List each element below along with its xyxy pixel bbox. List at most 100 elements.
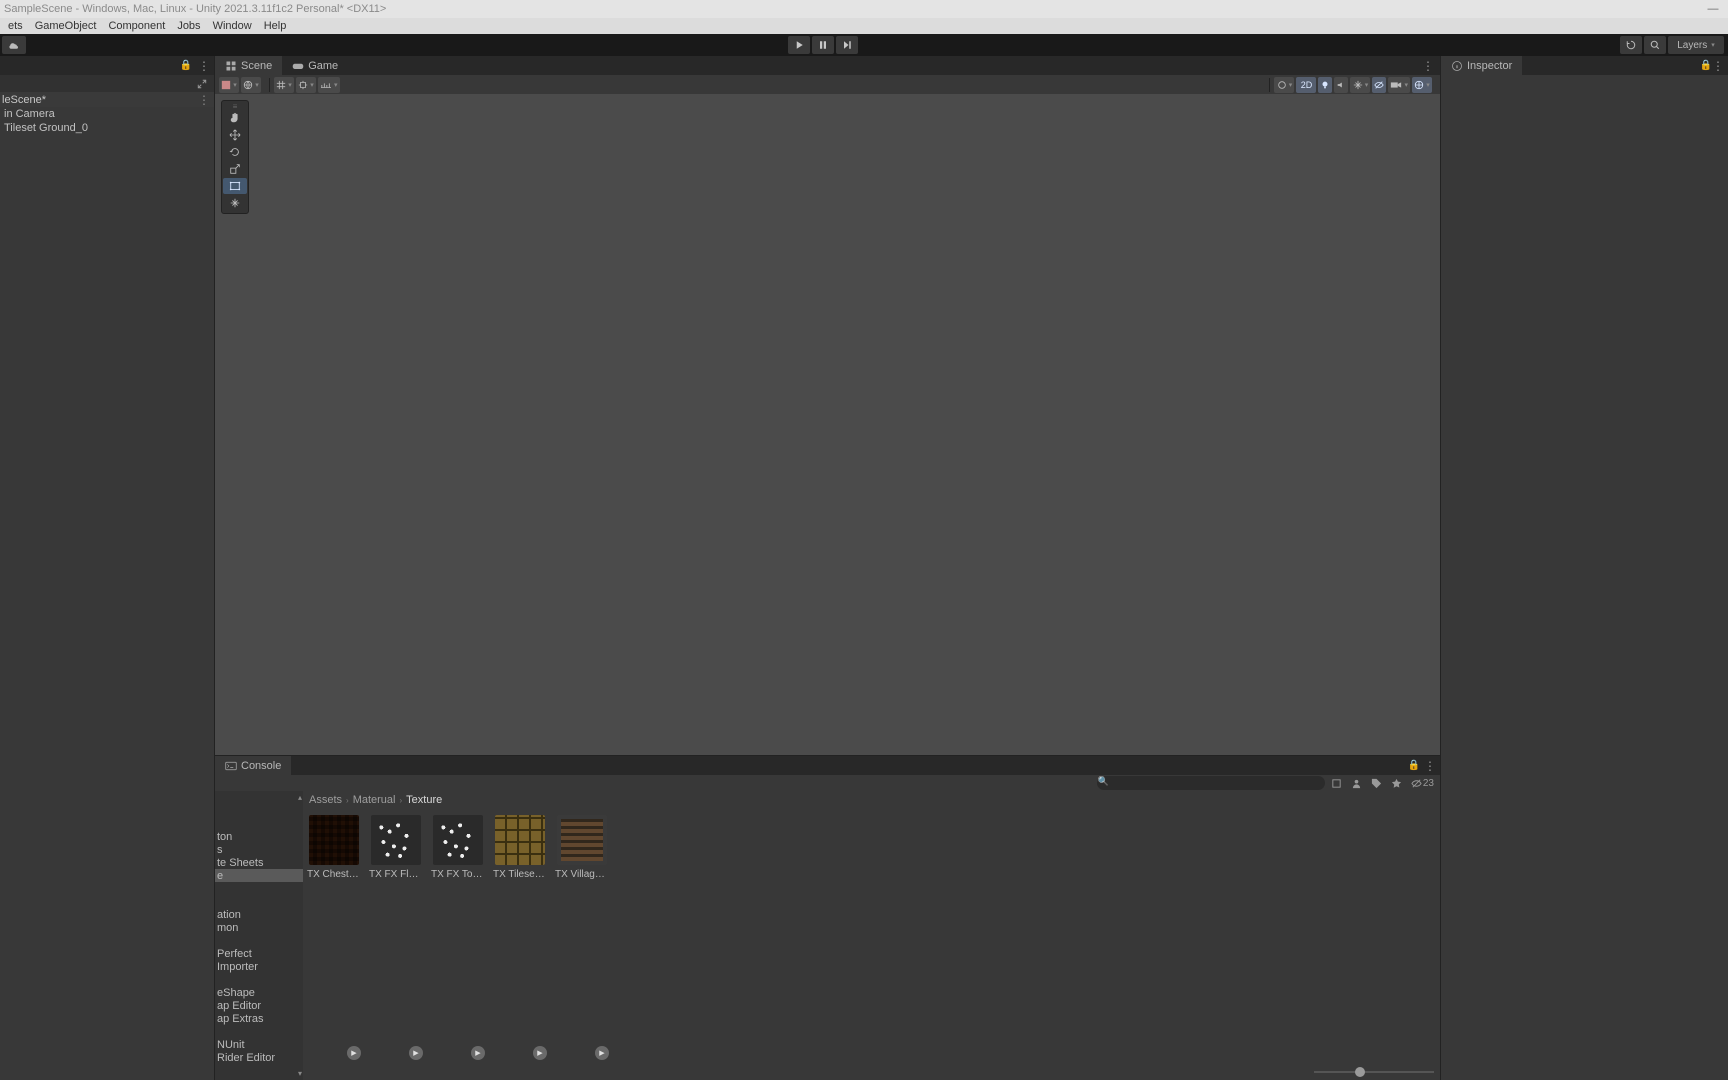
folder-item[interactable] (215, 817, 303, 830)
menu-window[interactable]: Window (207, 20, 258, 32)
folder-item[interactable]: eShape (215, 986, 303, 999)
tab-game[interactable]: Game (282, 56, 348, 75)
grid-toggle-dropdown[interactable] (274, 77, 294, 93)
scroll-up-icon[interactable]: ▴ (298, 793, 302, 802)
snap-dropdown[interactable] (296, 77, 316, 93)
project-folders[interactable]: ▴ tonste Sheetse ationmon PerfectImporter e… (215, 791, 303, 1080)
folder-item[interactable]: Importer (215, 960, 303, 973)
folder-item[interactable]: e (215, 869, 303, 882)
window-minimize-button[interactable]: — (1698, 3, 1728, 15)
breadcrumb[interactable]: Assets›Materual›Texture (303, 791, 1440, 809)
asset-item[interactable]: ▶TX FX Torc… (433, 815, 483, 1058)
hand-tool[interactable] (223, 110, 247, 126)
scroll-down-icon[interactable]: ▾ (298, 1069, 302, 1078)
folder-item[interactable]: Perfect (215, 947, 303, 960)
pause-button[interactable] (812, 36, 834, 54)
folder-item[interactable]: mon (215, 921, 303, 934)
effects-dropdown[interactable] (1350, 77, 1370, 93)
step-button[interactable] (836, 36, 858, 54)
project-search-input[interactable] (1097, 776, 1325, 790)
asset-item[interactable]: ▶TX Village … (557, 815, 607, 1058)
scene-viewport[interactable] (215, 94, 1440, 755)
asset-item[interactable]: ▶TX Chest … (309, 815, 359, 1058)
save-search-button[interactable] (1369, 776, 1385, 790)
scene-tabs-menu-icon[interactable]: ⋮ (1422, 59, 1440, 73)
tab-scene[interactable]: Scene (215, 56, 282, 75)
zoom-slider[interactable] (303, 1064, 1440, 1080)
camera-2-dropdown[interactable] (1388, 77, 1410, 93)
lock-icon[interactable]: 🔒 (1700, 60, 1712, 71)
lighting-toggle[interactable] (1318, 77, 1332, 93)
panel-menu-icon[interactable]: ⋮ (1424, 759, 1436, 773)
transform-tool[interactable] (223, 195, 247, 211)
rotate-icon (229, 146, 241, 158)
undo-history-button[interactable] (1620, 36, 1642, 54)
rect-tool[interactable] (223, 178, 247, 194)
lock-icon[interactable]: 🔒 (180, 60, 192, 71)
menu-jobs[interactable]: Jobs (171, 20, 206, 32)
gizmos-dropdown[interactable] (1412, 77, 1432, 93)
pivot-dropdown[interactable] (241, 77, 261, 93)
panel-menu-icon[interactable]: ⋮ (198, 59, 210, 73)
play-button[interactable] (788, 36, 810, 54)
menu-gameobject[interactable]: GameObject (29, 20, 103, 32)
scale-tool[interactable] (223, 161, 247, 177)
folder-item[interactable]: te Sheets (215, 856, 303, 869)
rotate-tool[interactable] (223, 144, 247, 160)
audio-toggle[interactable] (1334, 77, 1348, 93)
2d-toggle[interactable]: 2D (1296, 77, 1316, 93)
layers-dropdown[interactable]: Layers ▾ (1668, 36, 1724, 54)
folder-item[interactable] (215, 934, 303, 947)
menu-ets[interactable]: ets (2, 20, 29, 32)
hierarchy-item[interactable]: Tileset Ground_0 (0, 121, 214, 135)
expand-icon[interactable]: ▶ (533, 1046, 547, 1060)
folder-item[interactable] (215, 973, 303, 986)
tab-inspector[interactable]: Inspector (1441, 56, 1522, 75)
zoom-knob[interactable] (1355, 1067, 1365, 1077)
tab-console[interactable]: Console (215, 756, 291, 775)
increment-snap-dropdown[interactable] (318, 77, 340, 93)
scene-menu-icon[interactable]: ⋮ (198, 93, 214, 107)
palette-grip[interactable] (225, 103, 245, 109)
tool-palette[interactable] (221, 100, 249, 214)
expand-icon[interactable]: ▶ (471, 1046, 485, 1060)
folder-item[interactable]: ation (215, 908, 303, 921)
camera-dropdown[interactable] (1274, 77, 1294, 93)
hierarchy-list[interactable]: leScene* ⋮ in CameraTileset Ground_0 (0, 92, 214, 1080)
folder-item[interactable]: ton (215, 830, 303, 843)
move-tool[interactable] (223, 127, 247, 143)
folder-item[interactable]: s (215, 843, 303, 856)
filter-icon (1331, 778, 1342, 789)
folder-item[interactable]: ap Editor (215, 999, 303, 1012)
visibility-toggle[interactable] (1372, 77, 1386, 93)
expand-icon[interactable]: ▶ (409, 1046, 423, 1060)
menu-component[interactable]: Component (102, 20, 171, 32)
expand-icon[interactable] (196, 78, 208, 90)
crumb[interactable]: Assets (309, 794, 342, 806)
asset-item[interactable]: ▶TX Tileset … (495, 815, 545, 1058)
lock-icon[interactable]: 🔒 (1408, 760, 1420, 771)
search-button[interactable] (1644, 36, 1666, 54)
scene-row[interactable]: leScene* ⋮ (0, 92, 214, 107)
draw-mode-dropdown[interactable] (219, 77, 239, 93)
asset-grid[interactable]: ▶TX Chest …▶TX FX Fla…▶TX FX Torc…▶TX Ti… (303, 809, 1440, 1064)
folder-item[interactable]: NUnit (215, 1038, 303, 1051)
zoom-track[interactable] (1314, 1071, 1434, 1073)
panel-menu-icon[interactable]: ⋮ (1712, 59, 1728, 73)
hierarchy-item[interactable]: in Camera (0, 107, 214, 121)
account-button[interactable] (2, 36, 26, 54)
favorite-button[interactable] (1389, 776, 1405, 790)
folder-item[interactable]: Rider Editor (215, 1051, 303, 1064)
folder-item[interactable] (215, 1025, 303, 1038)
crumb[interactable]: Materual (353, 794, 396, 806)
crumb[interactable]: Texture (406, 794, 442, 806)
filter-by-type-button[interactable] (1329, 776, 1345, 790)
folder-item[interactable]: ap Extras (215, 1012, 303, 1025)
gizmo-icon (1414, 80, 1424, 90)
asset-item[interactable]: ▶TX FX Fla… (371, 815, 421, 1058)
expand-icon[interactable]: ▶ (595, 1046, 609, 1060)
hidden-files-button[interactable]: 23 (1409, 776, 1436, 790)
menu-help[interactable]: Help (258, 20, 293, 32)
expand-icon[interactable]: ▶ (347, 1046, 361, 1060)
filter-by-label-button[interactable] (1349, 776, 1365, 790)
